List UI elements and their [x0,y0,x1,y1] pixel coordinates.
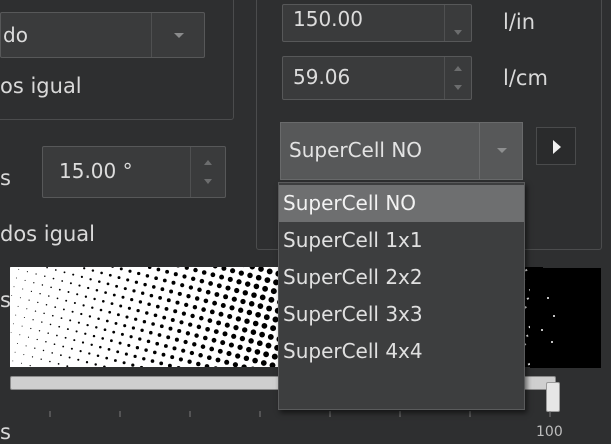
lpcm-unit: l/cm [503,66,548,90]
menu-item-supercell-2x2[interactable]: SuperCell 2x2 [279,259,524,296]
lpcm-field[interactable]: 59.06 [282,56,472,100]
lpcm-value: 59.06 [293,65,350,89]
spin-up-icon[interactable] [454,66,462,71]
spin-down-icon[interactable] [204,179,212,184]
supercell-dropdown-menu: SuperCell NO SuperCell 1x1 SuperCell 2x2… [278,182,525,410]
menu-item-supercell-3x3[interactable]: SuperCell 3x3 [279,296,524,333]
supercell-select-value: SuperCell NO [289,138,422,162]
supercell-next-button[interactable] [536,127,576,165]
angle-label: s [0,166,11,190]
all-sides-equal-label-1: os igual [0,74,82,98]
lpi-field[interactable]: 150.00 [282,4,472,42]
shape-select-value: do [3,23,28,47]
spin-up-icon[interactable] [204,160,212,165]
lpi-unit: l/in [503,10,535,34]
play-arrow-icon [537,128,577,166]
shape-select[interactable]: do [0,12,205,58]
chevron-down-icon [497,148,507,153]
menu-item-supercell-1x1[interactable]: SuperCell 1x1 [279,222,524,259]
angle-value: 15.00 ° [59,159,133,183]
menu-item-supercell-no[interactable]: SuperCell NO [279,185,524,222]
all-sides-equal-label-2: dos igual [0,222,95,246]
supercell-select[interactable]: SuperCell NO [280,122,523,180]
chevron-down-icon [174,33,184,38]
angle-field[interactable]: 15.00 ° [42,146,226,198]
lpi-spinner[interactable] [444,5,471,41]
shape-select-button[interactable] [151,13,205,57]
spin-down-icon[interactable] [454,30,462,35]
spin-down-icon[interactable] [454,85,462,90]
preview-dark-dots [530,268,601,368]
slider-max-label: 100 [536,424,563,440]
supercell-select-button[interactable] [479,123,523,179]
menu-item-supercell-4x4[interactable]: SuperCell 4x4 [279,333,524,370]
bottom-left-label: s [0,420,11,444]
angle-spinner[interactable] [190,147,225,197]
lpi-value: 150.00 [293,7,363,31]
preview-dark-panel [530,268,601,368]
lpcm-spinner[interactable] [444,57,471,99]
